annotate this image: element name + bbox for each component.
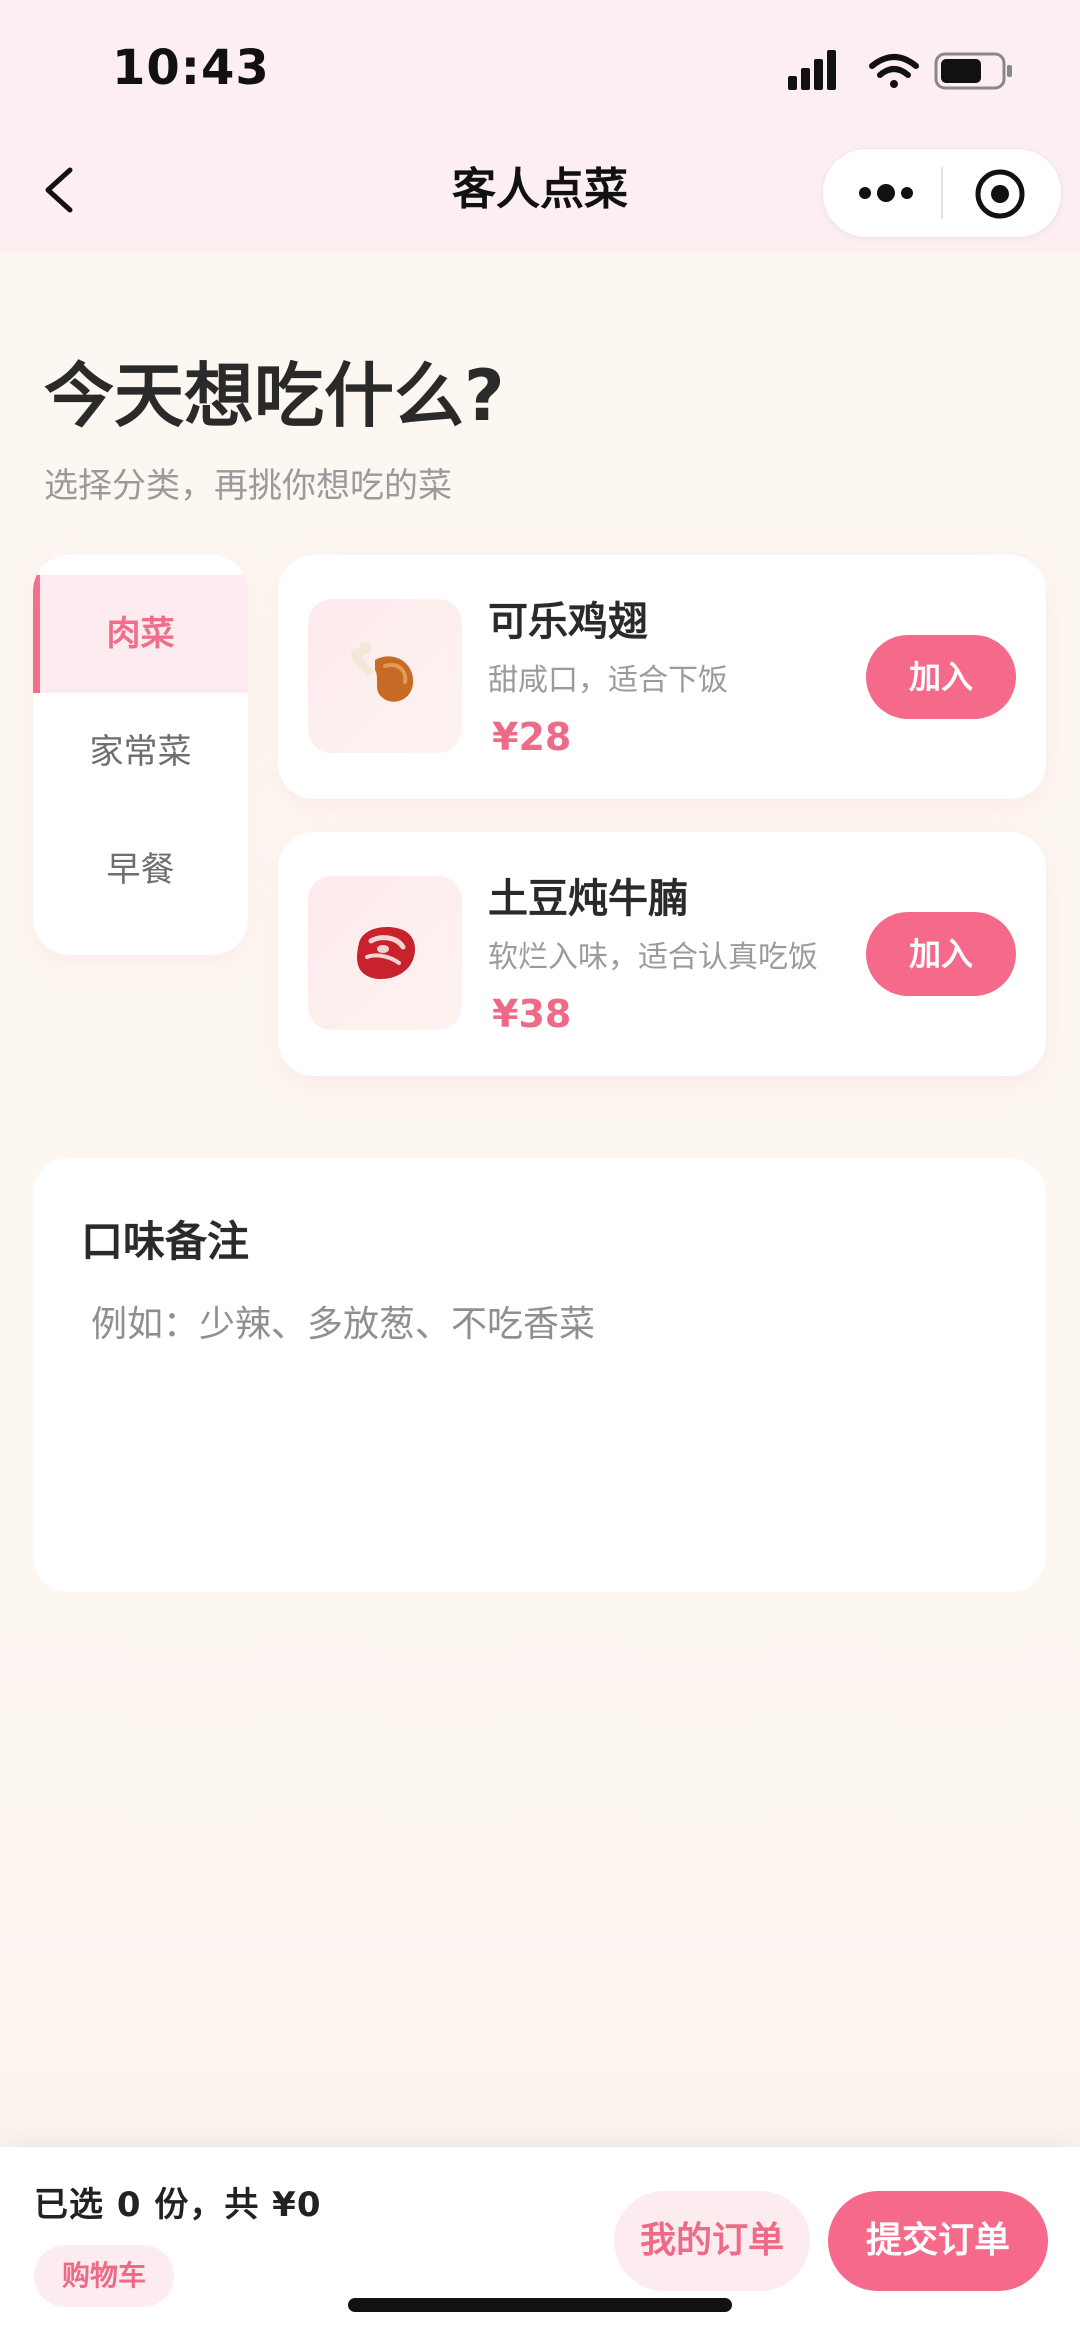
battery-icon [934,52,1012,90]
category-item-breakfast[interactable]: 早餐 [33,811,248,929]
notes-title: 口味备注 [81,1217,250,1266]
dish-name: 土豆炖牛腩 [488,876,688,922]
hero-title: 今天想吃什么? [44,355,505,437]
add-dish-button[interactable]: 加入 [866,912,1016,996]
wifi-icon [869,54,919,88]
category-item-home-style[interactable]: 家常菜 [33,693,248,811]
dish-price: ¥28 [492,715,572,759]
order-summary: 已选 0 份，共 ¥0 [34,2185,322,2225]
status-icons [788,50,1012,90]
dish-name: 可乐鸡翅 [488,599,648,645]
home-indicator [348,2298,732,2312]
submit-order-button[interactable]: 提交订单 [828,2191,1048,2291]
notes-input[interactable] [91,1290,991,1550]
category-sidebar: 肉菜 家常菜 早餐 [33,555,248,955]
taste-notes-card: 口味备注 [33,1158,1046,1592]
signal-icon [788,50,836,90]
capsule-divider [941,167,943,219]
page-title: 客人点菜 [452,164,628,215]
steak-icon [357,927,415,980]
back-arrow-icon[interactable] [30,160,90,220]
status-time: 10:43 [112,40,270,96]
close-target-icon[interactable] [973,167,1027,221]
dish-thumbnail [308,876,462,1030]
dish-thumbnail [308,599,462,753]
category-item-meat[interactable]: 肉菜 [33,575,248,693]
more-icon[interactable] [857,177,915,209]
dish-description: 软烂入味，适合认真吃饭 [488,940,818,975]
cart-button[interactable]: 购物车 [34,2245,174,2307]
hero-subtitle: 选择分类，再挑你想吃的菜 [44,466,452,506]
mini-program-capsule [822,148,1062,238]
poultry-leg-icon [351,642,414,702]
my-orders-button[interactable]: 我的订单 [614,2191,810,2291]
dish-card: 土豆炖牛腩 软烂入味，适合认真吃饭 ¥38 加入 [278,832,1046,1076]
dish-card: 可乐鸡翅 甜咸口，适合下饭 ¥28 加入 [278,555,1046,799]
dish-description: 甜咸口，适合下饭 [488,663,728,698]
dish-price: ¥38 [492,992,572,1036]
top-bar: 10:43 客人点菜 [0,0,1080,252]
add-dish-button[interactable]: 加入 [866,635,1016,719]
